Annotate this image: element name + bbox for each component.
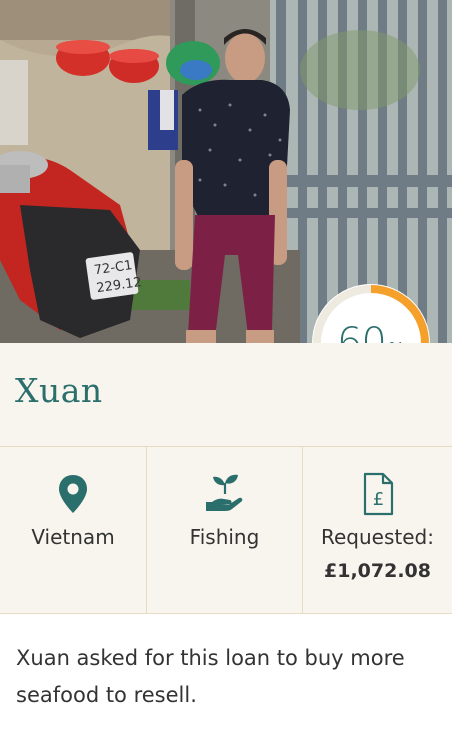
- pound-document-icon: £: [363, 472, 393, 516]
- sector-label: Fishing: [189, 525, 260, 549]
- stat-location: Vietnam: [0, 447, 146, 613]
- stat-sector: Fishing: [146, 447, 302, 613]
- loan-description: Xuan asked for this loan to buy more sea…: [16, 646, 405, 707]
- requested-amount: £1,072.08: [324, 560, 431, 582]
- stat-requested: £ Requested: £1,072.08: [302, 447, 452, 613]
- requested-label: Requested:: [321, 525, 434, 549]
- location-pin-icon: [59, 475, 87, 513]
- svg-text:£: £: [372, 489, 383, 510]
- hand-plant-icon: [205, 474, 242, 511]
- borrower-name[interactable]: Xuan: [15, 371, 103, 410]
- loan-stats: Vietnam Fishing £ Requested: £1,072.08: [0, 447, 452, 614]
- loan-card[interactable]: 72-C1 229.12 Xuan Vietnam Fishing £ Requ…: [0, 0, 452, 739]
- name-section: Xuan: [0, 343, 452, 447]
- location-label: Vietnam: [31, 525, 115, 549]
